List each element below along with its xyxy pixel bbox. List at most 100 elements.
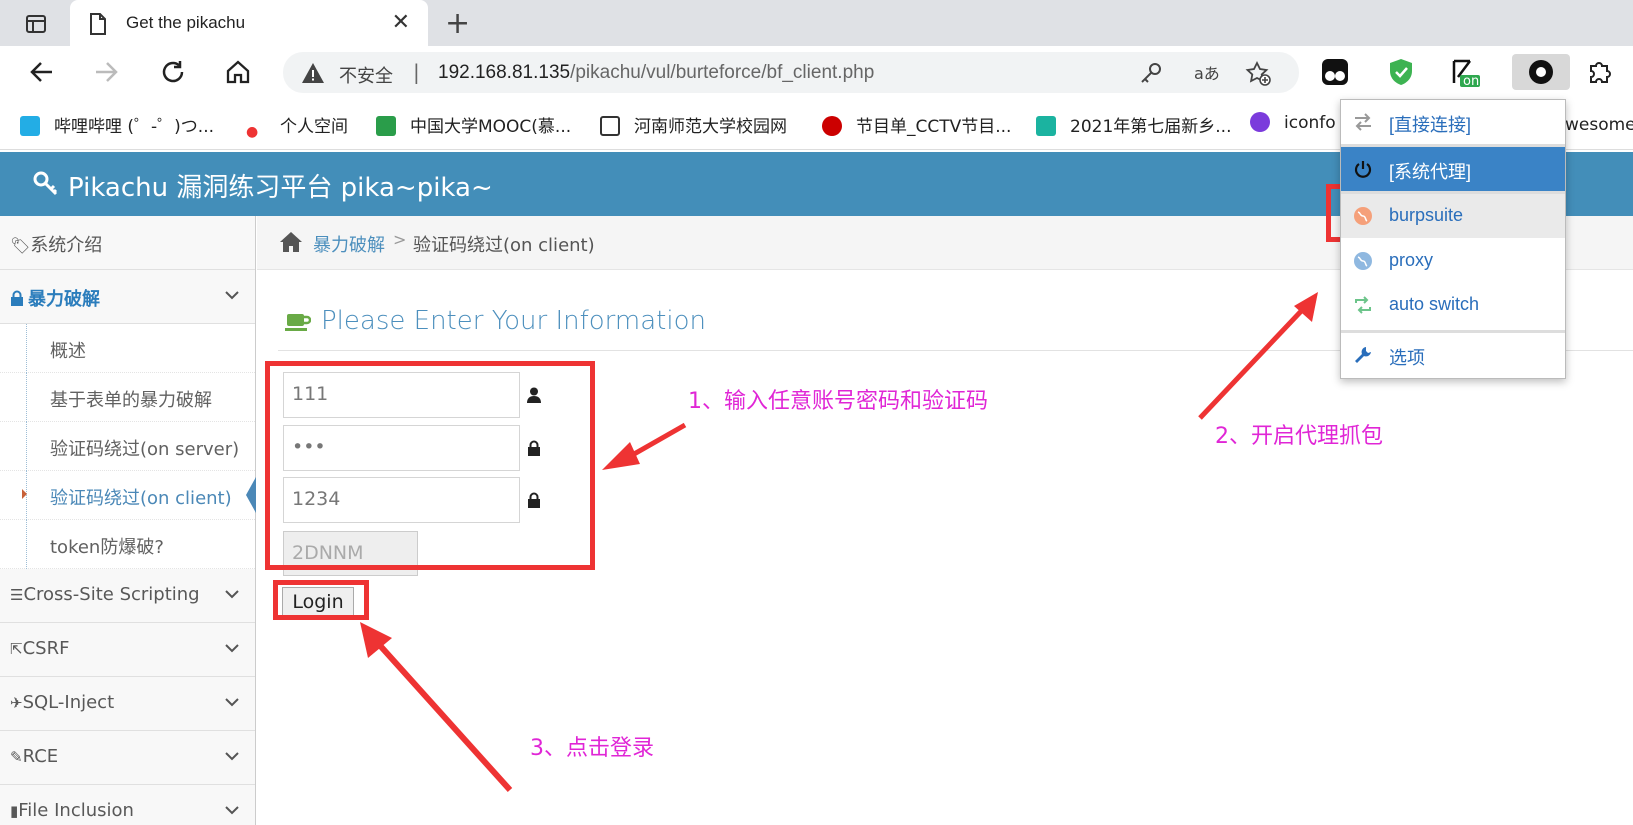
read-aloud-icon[interactable]: aあ: [1193, 60, 1219, 86]
security-label[interactable]: 不安全: [339, 62, 393, 88]
lock-icon: [11, 290, 23, 306]
arrow-step2: [1198, 292, 1318, 420]
sidebar-item-rce[interactable]: ✎RCE: [0, 731, 255, 785]
sidebar-item-xss[interactable]: ☰Cross-Site Scripting: [0, 569, 255, 623]
extensions-button[interactable]: [1580, 54, 1618, 90]
bookmark-overflow-text[interactable]: wesome: [1565, 115, 1633, 135]
sidebar-item-label: 🏷系统介绍: [10, 235, 103, 256]
tree-line: [26, 422, 27, 471]
new-tab-button[interactable]: +: [445, 6, 470, 41]
coffee-cup-icon: [285, 314, 311, 331]
chevron-down-icon: [225, 590, 239, 599]
mooc-icon: [376, 116, 396, 136]
chevron-down-icon: [225, 806, 239, 815]
bookmark-item[interactable]: iconfo: [1250, 112, 1336, 133]
subitem-label: 基于表单的暴力破解: [50, 390, 212, 411]
retweet-icon: [1355, 296, 1371, 314]
reload-button[interactable]: [157, 56, 189, 88]
forward-button[interactable]: [90, 56, 122, 88]
tampermonkey-icon: [1322, 59, 1348, 85]
bookmark-item[interactable]: 河南师范大学校园网: [600, 112, 787, 137]
page-title-text: Please Enter Your Information: [321, 306, 706, 336]
page-icon: [90, 13, 106, 35]
subitem-label: 验证码绕过(on server): [50, 439, 240, 460]
bookmark-item[interactable]: ● 个人空间: [246, 112, 348, 144]
page-icon: [600, 116, 620, 136]
sidebar-item-label: ⇱CSRF: [10, 638, 70, 659]
annotation-step2: 2、开启代理抓包: [1215, 424, 1383, 449]
wrench-icon: [1355, 347, 1371, 363]
sidebar-item-file-inclusion[interactable]: ▮File Inclusion: [0, 785, 255, 825]
tags-icon: 🏷: [10, 236, 31, 255]
menu-item-auto-switch[interactable]: auto switch: [1341, 283, 1565, 327]
menu-item-options[interactable]: 选项: [1341, 333, 1565, 377]
sidebar-subitem-overview[interactable]: 概述: [0, 324, 255, 373]
home-icon[interactable]: [279, 231, 303, 253]
sidebar: 🏷系统介绍 暴力破解 概述 基于表单的暴力破解 验证码绕过(on server)…: [0, 216, 256, 825]
globe-icon-blue: [1354, 252, 1372, 270]
caret-right-icon: [22, 489, 27, 499]
bookmark-label: 个人空间: [280, 117, 348, 137]
key-icon[interactable]: [1138, 60, 1164, 86]
sidebar-item-bruteforce[interactable]: 暴力破解: [0, 270, 255, 324]
swap-arrows-icon: [1355, 113, 1371, 131]
extension-badge: on: [1463, 74, 1480, 89]
browser-toolbar: 不安全 | 192.168.81.135/pikachu/vul/burtefo…: [0, 46, 1633, 98]
menu-item-label: proxy: [1389, 250, 1434, 270]
bookmark-item[interactable]: 2021年第七届新乡...: [1036, 112, 1231, 137]
indent-icon: ☰: [10, 586, 24, 604]
pencil-icon: ✎: [10, 748, 23, 766]
menu-item-system-proxy[interactable]: [系统代理]: [1341, 147, 1565, 191]
sidebar-item-sqli[interactable]: ✈SQL-Inject: [0, 677, 255, 731]
chevron-down-icon: [225, 291, 239, 300]
extension-switchyomega[interactable]: [1512, 54, 1570, 90]
url-path: /pikachu/vul/burteforce/bf_client.php: [570, 62, 875, 83]
url-text[interactable]: 192.168.81.135/pikachu/vul/burteforce/bf…: [438, 62, 874, 84]
warning-icon[interactable]: [301, 61, 325, 85]
sidebar-subitem-form-bruteforce[interactable]: 基于表单的暴力破解: [0, 373, 255, 422]
annotation-box-login: [273, 580, 369, 620]
annotation-step3: 3、点击登录: [530, 736, 654, 761]
proxy-switch-menu: [直接连接] [系统代理] burpsuite proxy auto switc…: [1340, 99, 1566, 379]
home-button[interactable]: [222, 56, 254, 88]
back-button[interactable]: [26, 56, 58, 88]
sidebar-subitem-captcha-server[interactable]: 验证码绕过(on server): [0, 422, 255, 471]
brand-title[interactable]: Pikachu 漏洞练习平台 pika~pika~: [68, 167, 493, 204]
bookmark-item[interactable]: 哔哩哔哩 (゜-゜)つ...: [20, 112, 214, 137]
sidebar-subitem-captcha-client[interactable]: 验证码绕过(on client): [0, 471, 256, 520]
address-bar[interactable]: 不安全 | 192.168.81.135/pikachu/vul/burtefo…: [283, 52, 1299, 93]
sidebar-item-csrf[interactable]: ⇱CSRF: [0, 623, 255, 677]
sidebar-subitem-token[interactable]: token防爆破?: [0, 520, 255, 569]
extension-on-toggle[interactable]: on: [1446, 54, 1484, 90]
power-icon: [1354, 161, 1372, 178]
svg-text:aあ: aあ: [1194, 64, 1219, 83]
chevron-down-icon: [225, 644, 239, 653]
cctv-icon: [822, 116, 842, 136]
bookmark-label: iconfo: [1284, 113, 1336, 133]
breadcrumb-current: 验证码绕过(on client): [413, 235, 595, 256]
bookmark-item[interactable]: 中国大学MOOC(慕...: [376, 112, 571, 137]
tab-title: Get the pikachu: [126, 13, 246, 32]
menu-item-label: [直接连接]: [1389, 115, 1472, 135]
favorite-star-icon[interactable]: [1245, 60, 1271, 86]
sidebar-item-label: ✈SQL-Inject: [10, 692, 115, 713]
breadcrumb-parent-link[interactable]: 暴力破解: [313, 231, 385, 257]
annotation-step1: 1、输入任意账号密码和验证码: [688, 389, 988, 414]
browser-tab[interactable]: Get the pikachu ✕: [70, 0, 428, 46]
menu-item-direct[interactable]: [直接连接]: [1341, 100, 1565, 144]
extension-shield[interactable]: [1382, 54, 1420, 90]
arrow-step1: [602, 422, 687, 470]
menu-item-proxy[interactable]: proxy: [1341, 239, 1565, 283]
extension-tampermonkey[interactable]: [1316, 54, 1354, 90]
tab-actions-icon[interactable]: [18, 10, 54, 38]
chevron-down-icon: [225, 752, 239, 761]
sidebar-item-intro[interactable]: 🏷系统介绍: [0, 216, 255, 270]
page-title: Please Enter Your Information: [285, 306, 706, 336]
annotation-box-form: [265, 361, 595, 570]
arrow-left-icon: [30, 62, 52, 82]
tab-close-icon[interactable]: ✕: [392, 10, 410, 35]
bookmark-item[interactable]: 节目单_CCTV节目...: [822, 112, 1011, 137]
menu-item-burpsuite[interactable]: burpsuite: [1341, 194, 1565, 238]
active-indicator: [246, 477, 256, 513]
shield-icon: [1390, 59, 1412, 85]
